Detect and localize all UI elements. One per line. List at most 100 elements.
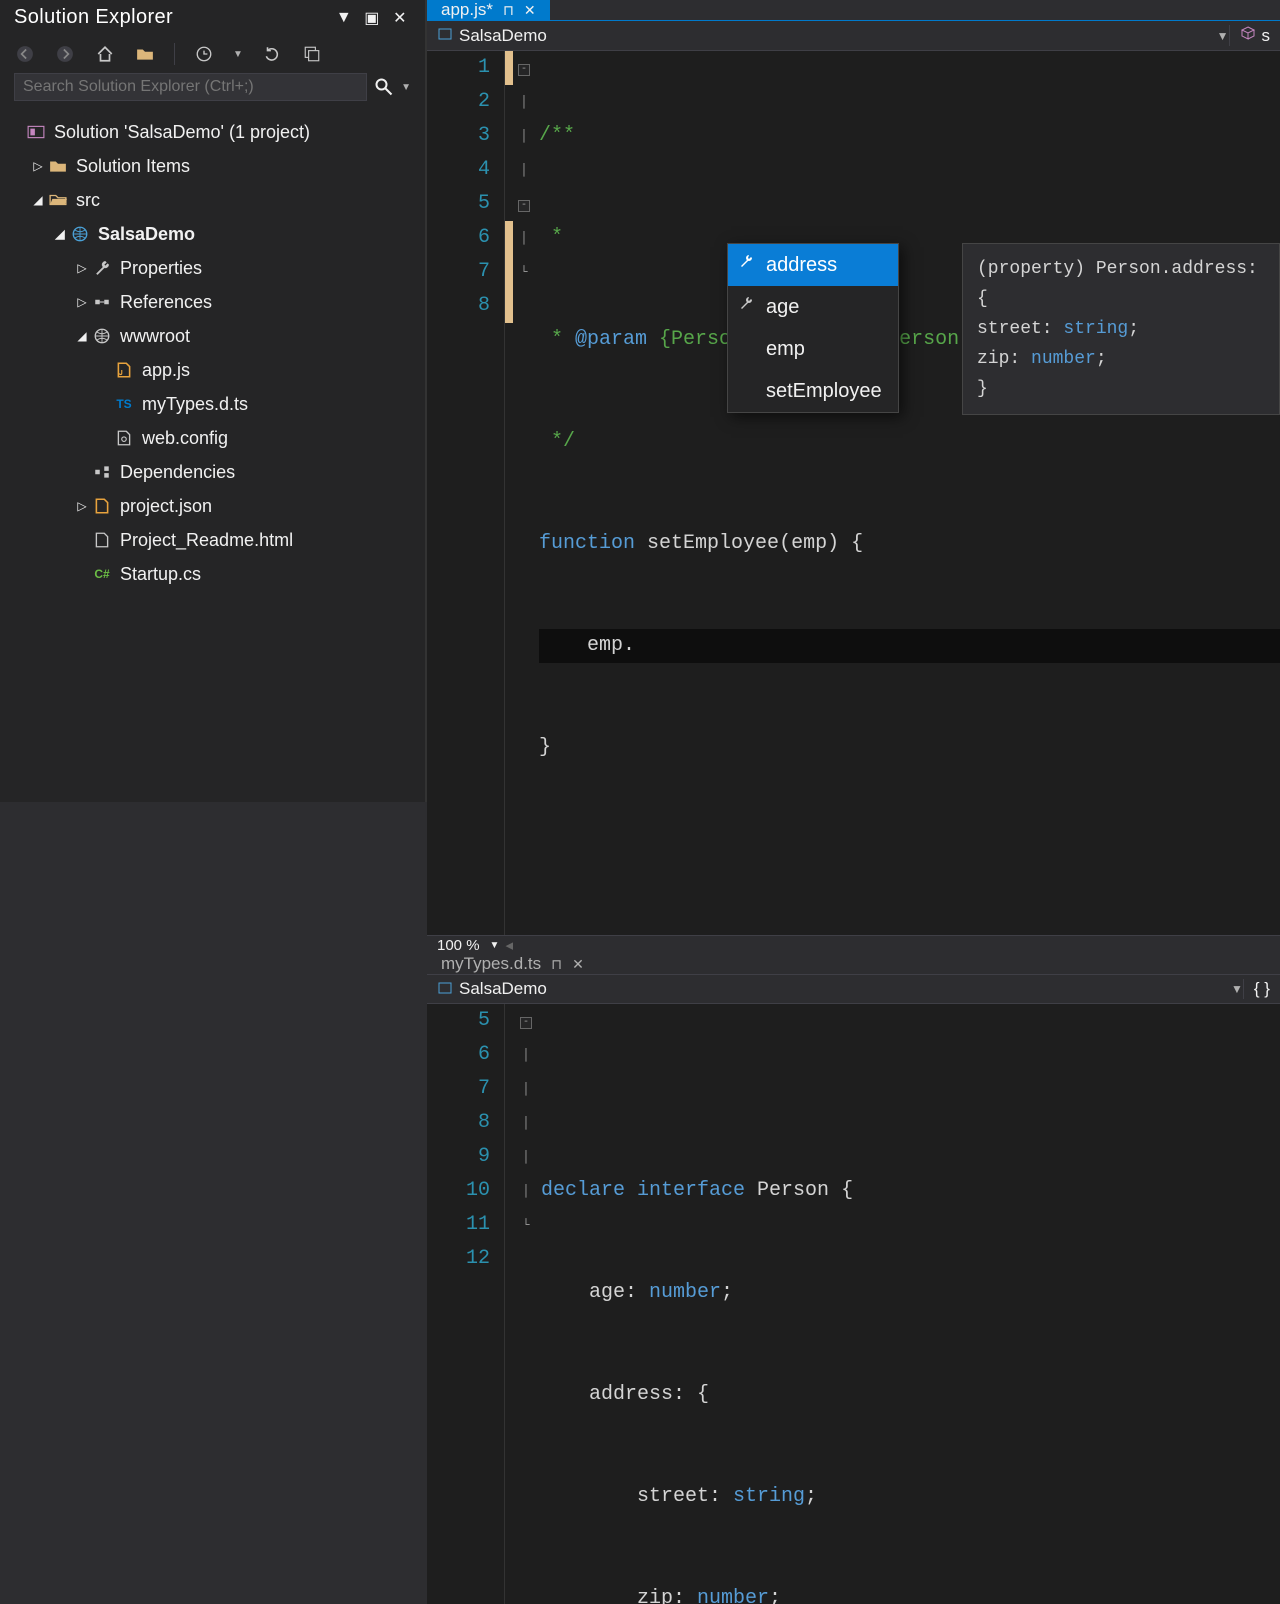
editor-pane-top[interactable]: 1 2 3 4 5 6 7 8 - │││ - │└ /** * * @para…	[427, 51, 1280, 935]
code-content[interactable]: /** * * @param {Person} emp - The person…	[535, 51, 1280, 935]
solution-items-node[interactable]: ▷ Solution Items	[8, 149, 417, 183]
webconfig-node[interactable]: web.config	[8, 421, 417, 455]
startup-node[interactable]: C# Startup.cs	[8, 557, 417, 591]
intellisense-item-emp[interactable]: emp	[728, 328, 898, 370]
folder-icon	[46, 157, 70, 175]
scroll-left-icon[interactable]: ◂	[505, 936, 513, 954]
node-label: References	[120, 292, 212, 313]
fold-icon[interactable]: -	[518, 64, 530, 76]
node-label: wwwroot	[120, 326, 190, 347]
separator	[174, 43, 175, 65]
history-icon[interactable]	[193, 43, 215, 65]
pin-icon[interactable]: ▣	[361, 8, 383, 28]
panel-header: Solution Explorer ▼ ▣ ✕	[0, 0, 425, 35]
projectjson-node[interactable]: ▷ project.json	[8, 489, 417, 523]
tab-label: myTypes.d.ts	[441, 954, 541, 974]
node-label: web.config	[142, 428, 228, 449]
project-icon	[437, 980, 453, 999]
cs-file-icon: C#	[90, 567, 114, 581]
node-label: Project_Readme.html	[120, 530, 293, 551]
search-row: ▼	[0, 73, 425, 109]
mytypes-node[interactable]: TS myTypes.d.ts	[8, 387, 417, 421]
project-node[interactable]: ◢ SalsaDemo	[8, 217, 417, 251]
line-number-gutter: 5 6 7 8 9 10 11 12	[427, 1004, 505, 1604]
tab-appjs[interactable]: app.js* ⊓ ✕	[427, 0, 550, 20]
solution-icon	[24, 123, 48, 141]
solution-tree: Solution 'SalsaDemo' (1 project) ▷ Solut…	[0, 109, 425, 802]
home-icon[interactable]	[94, 43, 116, 65]
collapse-all-icon[interactable]	[301, 43, 323, 65]
node-label: myTypes.d.ts	[142, 394, 248, 415]
node-label: Properties	[120, 258, 202, 279]
json-file-icon	[90, 497, 114, 515]
nav-project-dropdown[interactable]: SalsaDemo	[437, 979, 1223, 999]
dropdown-icon[interactable]: ▼	[333, 9, 355, 27]
tab-row: app.js* ⊓ ✕	[427, 0, 1280, 21]
intellisense-item-setemployee[interactable]: setEmployee	[728, 370, 898, 412]
fold-icon[interactable]: -	[520, 1017, 532, 1029]
config-file-icon	[112, 429, 136, 447]
dependencies-icon	[90, 463, 114, 481]
js-file-icon	[112, 361, 136, 379]
zoom-dropdown-icon[interactable]: ▼	[490, 940, 500, 951]
readme-node[interactable]: Project_Readme.html	[8, 523, 417, 557]
zoom-level[interactable]: 100 %	[437, 937, 480, 954]
close-icon[interactable]: ✕	[524, 2, 536, 19]
fold-gutter: - │││││└	[515, 1004, 537, 1604]
expand-icon[interactable]: ▷	[74, 499, 90, 513]
nav-bar-bottom: SalsaDemo ▼ { }	[427, 975, 1280, 1004]
nav-project-dropdown[interactable]: SalsaDemo	[437, 26, 1209, 46]
open-folder-icon[interactable]	[134, 43, 156, 65]
dependencies-node[interactable]: Dependencies	[8, 455, 417, 489]
pin-icon[interactable]: ⊓	[551, 956, 562, 973]
close-icon[interactable]: ✕	[572, 956, 584, 973]
signature-tooltip: (property) Person.address: { street: str…	[962, 243, 1280, 415]
collapse-icon[interactable]: ◢	[74, 329, 90, 343]
editor-pane-bottom[interactable]: 5 6 7 8 9 10 11 12 - │││││└ declare inte…	[427, 1004, 1280, 1604]
search-icon[interactable]	[373, 76, 395, 98]
nav-braces-dropdown[interactable]: { }	[1243, 979, 1270, 999]
solution-explorer-panel: Solution Explorer ▼ ▣ ✕ ▼	[0, 0, 425, 802]
tab-mytypes[interactable]: myTypes.d.ts ⊓ ✕	[427, 954, 598, 974]
editor-area: app.js* ⊓ ✕ SalsaDemo ▼ s 1 2 3 4 5 6 7 …	[425, 0, 1280, 802]
intellisense-item-age[interactable]: age	[728, 286, 898, 328]
line-number-gutter: 1 2 3 4 5 6 7 8	[427, 51, 505, 935]
nav-member-dropdown[interactable]: s	[1229, 25, 1271, 46]
src-node[interactable]: ◢ src	[8, 183, 417, 217]
references-node[interactable]: ▷ References	[8, 285, 417, 319]
folder-open-icon	[46, 191, 70, 209]
fold-gutter: - │││ - │└	[513, 51, 535, 935]
expand-icon[interactable]: ▷	[74, 295, 90, 309]
collapse-icon[interactable]: ◢	[30, 193, 46, 207]
toolbar: ▼	[0, 35, 425, 73]
modification-bar	[505, 51, 513, 935]
wwwroot-node[interactable]: ◢ wwwroot	[8, 319, 417, 353]
refresh-icon[interactable]	[261, 43, 283, 65]
collapse-icon[interactable]: ◢	[52, 227, 68, 241]
search-input[interactable]	[14, 73, 367, 101]
nav-project-label: SalsaDemo	[459, 26, 547, 46]
back-icon[interactable]	[14, 43, 36, 65]
dropdown-caret-icon[interactable]: ▼	[1231, 982, 1243, 996]
appjs-node[interactable]: app.js	[8, 353, 417, 387]
expand-icon[interactable]: ▷	[74, 261, 90, 275]
globe-icon	[68, 225, 92, 243]
forward-icon[interactable]	[54, 43, 76, 65]
dropdown-caret-icon[interactable]: ▼	[1217, 29, 1229, 43]
fold-icon[interactable]: -	[518, 200, 530, 212]
expand-icon[interactable]: ▷	[30, 159, 46, 173]
pin-icon[interactable]: ⊓	[503, 2, 514, 19]
node-label: src	[76, 190, 100, 211]
close-icon[interactable]: ✕	[389, 8, 411, 28]
code-content[interactable]: declare interface Person { age: number; …	[537, 1004, 1280, 1604]
node-label: Dependencies	[120, 462, 235, 483]
dropdown-caret-icon[interactable]: ▼	[233, 49, 243, 60]
panel-title: Solution Explorer	[14, 6, 327, 29]
solution-node[interactable]: Solution 'SalsaDemo' (1 project)	[8, 115, 417, 149]
zoom-bar: 100 % ▼ ◂	[427, 935, 1280, 954]
intellisense-item-address[interactable]: address	[728, 244, 898, 286]
node-label: SalsaDemo	[98, 224, 195, 245]
search-dropdown-icon[interactable]: ▼	[401, 82, 411, 93]
globe-icon	[90, 327, 114, 345]
properties-node[interactable]: ▷ Properties	[8, 251, 417, 285]
